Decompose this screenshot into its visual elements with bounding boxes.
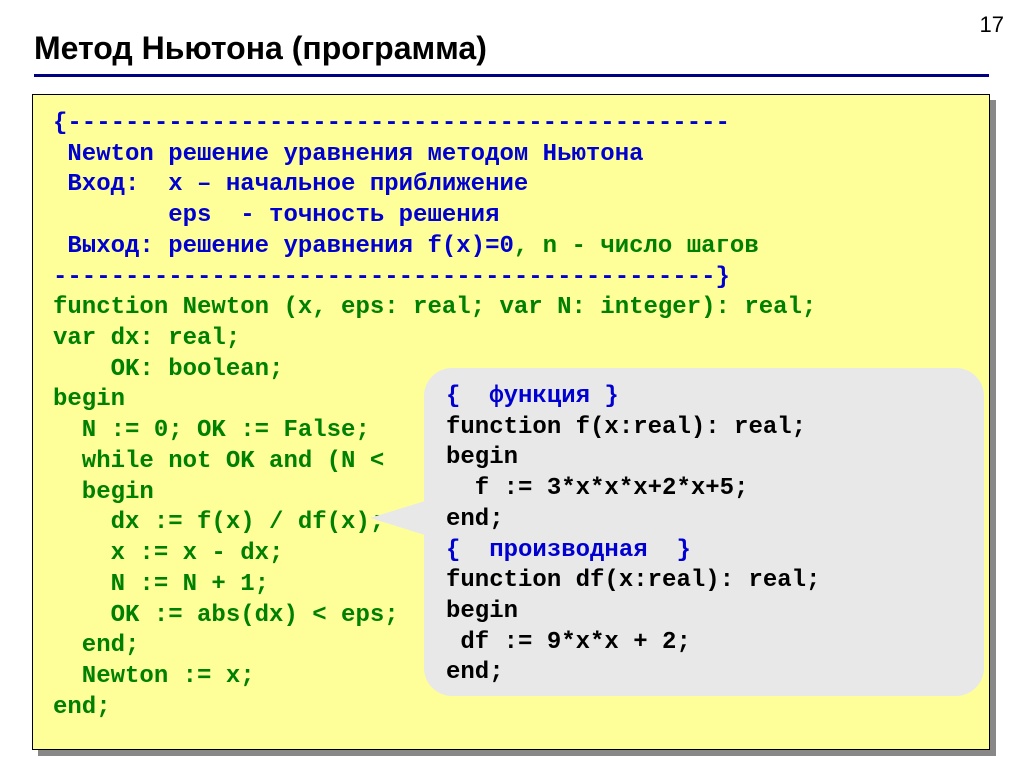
code-comment-line: Выход: решение уравнения f(x)=0 <box>53 233 514 260</box>
callout-line: begin <box>446 444 518 471</box>
code-line: function Newton (x, eps: real; var N: in… <box>53 294 816 321</box>
code-line: Newton := x; <box>53 663 255 690</box>
title-underline <box>34 74 989 77</box>
code-line: begin <box>53 479 154 506</box>
callout-line: end; <box>446 506 504 533</box>
code-line: dx := f(x) / df(x); <box>53 509 384 536</box>
code-line: end; <box>53 694 111 721</box>
callout-line: function df(x:real): real; <box>446 567 820 594</box>
code-comment-line: , n - число шагов <box>514 233 759 260</box>
code-comment-line: eps - точность решения <box>53 202 499 229</box>
code-line: while not OK and (N < <box>53 448 384 475</box>
callout-line: { производная } <box>446 537 691 564</box>
code-comment-line: Newton решение уравнения методом Ньютона <box>53 141 644 168</box>
callout-line: begin <box>446 598 518 625</box>
code-line: OK := abs(dx) < eps; <box>53 602 399 629</box>
callout-line: f := 3*x*x*x+2*x+5; <box>446 475 748 502</box>
page-number: 17 <box>980 12 1004 38</box>
callout-line: { функция } <box>446 383 619 410</box>
callout-line: df := 9*x*x + 2; <box>446 629 691 656</box>
code-line: var dx: real; <box>53 325 240 352</box>
code-line: N := 0; OK := False; <box>53 417 370 444</box>
page-title: Метод Ньютона (программа) <box>34 30 487 67</box>
callout-line: function f(x:real): real; <box>446 414 806 441</box>
callout-line: end; <box>446 659 504 686</box>
code-comment-line: ----------------------------------------… <box>53 264 730 291</box>
code-line: begin <box>53 386 125 413</box>
code-comment-line: Вход: x – начальное приближение <box>53 171 528 198</box>
code-line: end; <box>53 632 139 659</box>
code-line: x := x - dx; <box>53 540 283 567</box>
code-comment-line: {---------------------------------------… <box>53 110 730 137</box>
callout-tail <box>370 500 428 536</box>
code-line: OK: boolean; <box>53 356 283 383</box>
callout-box: { функция } function f(x:real): real; be… <box>424 368 984 696</box>
code-line: N := N + 1; <box>53 571 269 598</box>
